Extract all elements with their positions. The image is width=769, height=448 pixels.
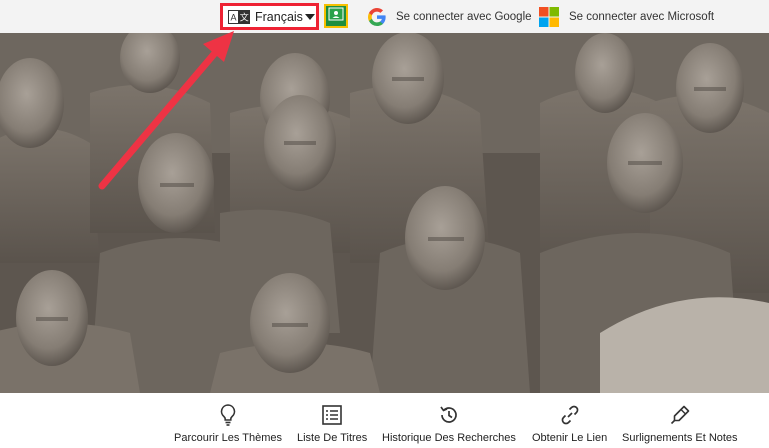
title-list-button[interactable]: Liste De Titres <box>297 403 367 444</box>
browse-topics-label: Parcourir Les Thèmes <box>174 432 283 444</box>
list-icon <box>322 403 342 427</box>
search-history-button[interactable]: Historique Des Recherches <box>382 403 516 444</box>
history-icon <box>438 403 460 427</box>
highlighter-icon <box>669 403 691 427</box>
lightbulb-icon <box>219 403 237 427</box>
annotation-arrow <box>98 31 234 190</box>
title-list-label: Liste De Titres <box>297 432 368 444</box>
link-icon <box>559 403 581 427</box>
highlights-notes-label: Surlignements Et Notes <box>622 432 738 444</box>
highlights-notes-button[interactable]: Surlignements Et Notes <box>622 403 738 444</box>
search-history-label: Historique Des Recherches <box>382 432 516 444</box>
bottom-toolbar: Parcourir Les Thèmes Liste De Titres His <box>0 393 769 448</box>
browse-topics-button[interactable]: Parcourir Les Thèmes <box>174 403 282 444</box>
get-link-label: Obtenir Le Lien <box>532 432 608 444</box>
get-link-button[interactable]: Obtenir Le Lien <box>532 403 607 444</box>
